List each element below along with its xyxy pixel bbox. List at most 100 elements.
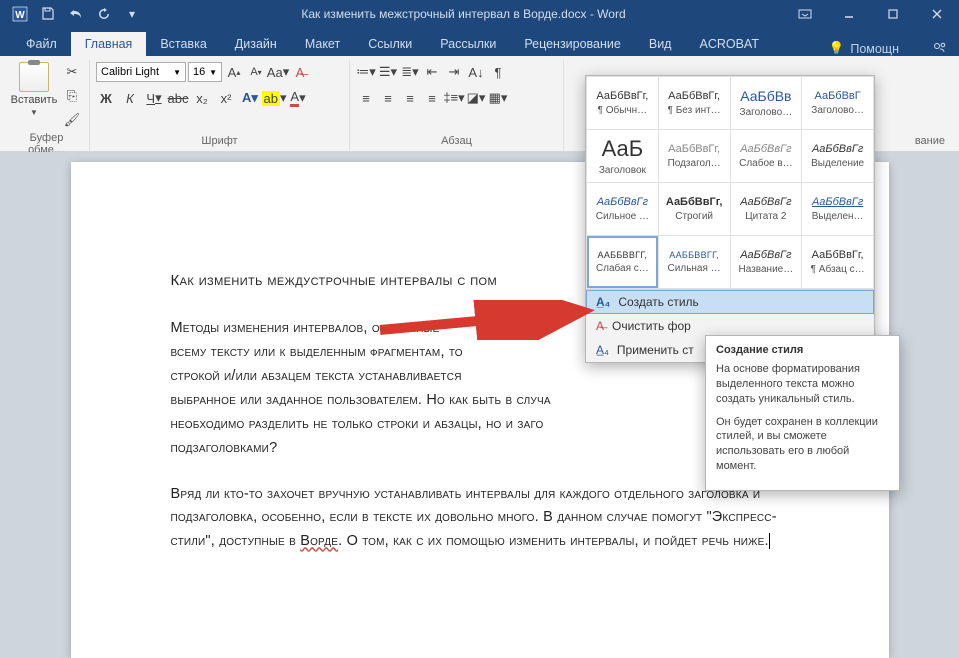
style-name: Выделение [811,158,864,169]
style-name: Название… [739,264,794,275]
tab-insert[interactable]: Вставка [146,32,220,56]
shrink-font-icon[interactable]: A▾ [246,62,266,82]
highlight-icon[interactable]: ab▾ [264,88,284,108]
text-effects-icon[interactable]: A▾ [240,88,260,108]
style-cell[interactable]: АаБбВвГг, Строгий [659,183,730,235]
style-cell[interactable]: АаБбВвГг Сильное … [587,183,658,235]
style-preview: АаБбВвГг [597,196,648,208]
style-preview: АаБбВв [740,88,791,104]
undo-icon[interactable] [64,2,88,26]
tell-me-label: Помощн [850,42,899,56]
align-left-icon[interactable]: ≡ [356,88,376,108]
tab-view[interactable]: Вид [635,32,686,56]
apply-styles-label: Применить ст [617,343,694,357]
style-name: Цитата 2 [745,211,786,222]
italic-button[interactable]: К [120,88,140,108]
qat-customize-icon[interactable]: ▾ [120,2,144,26]
style-name: Слабое в… [739,158,793,169]
close-icon[interactable] [915,0,959,28]
tab-acrobat[interactable]: ACROBAT [685,32,773,56]
share-icon[interactable] [919,40,959,56]
inc-indent-icon[interactable]: ⇥ [444,62,464,82]
lightbulb-icon: 💡 [829,41,845,56]
align-right-icon[interactable]: ≡ [400,88,420,108]
style-cell[interactable]: АаБбВвГг,Подзагол… [659,130,730,182]
style-name: Сильное … [596,211,649,222]
style-cell[interactable]: АаБбВвГг,¶ Обычн… [587,77,658,129]
redo-icon[interactable] [92,2,116,26]
style-preview: АаБбВвГ [815,90,861,102]
style-cell[interactable]: АаБбВвГгЦитата 2 [731,183,802,235]
superscript-button[interactable]: x² [216,88,236,108]
word-icon[interactable]: W [8,2,32,26]
tab-references[interactable]: Ссылки [354,32,426,56]
tab-layout[interactable]: Макет [291,32,354,56]
style-preview: АаБбВвГг [812,196,863,208]
align-center-icon[interactable]: ≡ [378,88,398,108]
strike-button[interactable]: abc [168,88,188,108]
style-cell[interactable]: АаБбВвГг,¶ Абзац с… [802,236,873,288]
font-size-combo[interactable]: 16▼ [188,62,222,82]
style-cell[interactable]: АаБбВвЗаголово… [731,77,802,129]
style-cell[interactable]: АаБбВвГгВыделен… [802,183,873,235]
justify-icon[interactable]: ≡ [422,88,442,108]
style-name: ¶ Без инт… [668,105,721,116]
maximize-icon[interactable] [871,0,915,28]
clear-format-icon[interactable]: A̶ [290,62,310,82]
copy-icon[interactable]: ⎘ [62,86,82,106]
style-preview: АаБбВвГг, [668,143,720,155]
bullets-icon[interactable]: ≔▾ [356,62,376,82]
subscript-button[interactable]: x₂ [192,88,212,108]
style-name: Сильная … [668,263,721,274]
multilevel-icon[interactable]: ≣▾ [400,62,420,82]
titlebar: W ▾ Как изменить межстрочный интервал в … [0,0,959,28]
style-name: Слабая с… [596,263,649,274]
style-cell[interactable]: ААББВВГГ, Слабая с… [587,236,658,288]
style-preview: АаБбВвГг [740,249,791,261]
style-cell[interactable]: АаБбВвГгСлабое в… [731,130,802,182]
style-preview: ААББВВГГ, [669,250,719,260]
numbering-icon[interactable]: ☰▾ [378,62,398,82]
style-preview: АаБбВвГг, [666,196,723,208]
underline-button[interactable]: Ч▾ [144,88,164,108]
change-case-button[interactable]: Aa▾ [268,62,288,82]
dec-indent-icon[interactable]: ⇤ [422,62,442,82]
group-paragraph-label: Абзац [356,133,557,151]
grow-font-icon[interactable]: A▴ [224,62,244,82]
ribbon-options-icon[interactable] [783,0,827,28]
style-preview: ААББВВГГ, [598,250,648,260]
create-style-icon: A̲₄ [596,295,610,309]
tab-file[interactable]: Файл [12,32,71,56]
style-cell[interactable]: АаБбВвГг Название… [731,236,802,288]
style-cell[interactable]: АаБбВвГг,¶ Без инт… [659,77,730,129]
apply-styles-icon: A̲₄ [596,343,609,357]
paste-button[interactable]: Вставить ▼ [10,62,58,117]
tooltip: Создание стиля На основе форматирования … [705,335,900,491]
group-paragraph: ≔▾ ☰▾ ≣▾ ⇤ ⇥ A↓ ¶ ≡ ≡ ≡ ≡ ‡≡▾ ◪▾ ▦▾ Абза… [350,60,564,151]
borders-icon[interactable]: ▦▾ [488,88,508,108]
sort-icon[interactable]: A↓ [466,62,486,82]
bold-button[interactable]: Ж [96,88,116,108]
minimize-icon[interactable] [827,0,871,28]
format-painter-icon[interactable]: 🖌 [62,110,82,130]
show-marks-icon[interactable]: ¶ [488,62,508,82]
style-name: Строгий [675,211,713,222]
style-preview: АаБбВвГг, [812,249,864,261]
style-cell[interactable]: ААББВВГГ, Сильная … [659,236,730,288]
tab-design[interactable]: Дизайн [221,32,291,56]
style-cell[interactable]: АаБбВвГЗаголово… [802,77,873,129]
tab-mailings[interactable]: Рассылки [426,32,510,56]
save-icon[interactable] [36,2,60,26]
clear-format-label: Очистить фор [612,319,691,333]
cut-icon[interactable]: ✂ [62,62,82,82]
style-cell[interactable]: АаБбВвГгВыделение [802,130,873,182]
tab-review[interactable]: Рецензирование [510,32,635,56]
font-color-icon[interactable]: A▾ [288,88,308,108]
style-cell[interactable]: АаБЗаголовок [587,130,658,182]
shading-icon[interactable]: ◪▾ [466,88,486,108]
line-spacing-icon[interactable]: ‡≡▾ [444,88,464,108]
create-style-item[interactable]: A̲₄ Создать стиль [586,290,874,314]
tell-me[interactable]: 💡 Помощн [829,41,919,56]
font-name-combo[interactable]: Calibri Light▼ [96,62,186,82]
tab-home[interactable]: Главная [71,32,147,56]
